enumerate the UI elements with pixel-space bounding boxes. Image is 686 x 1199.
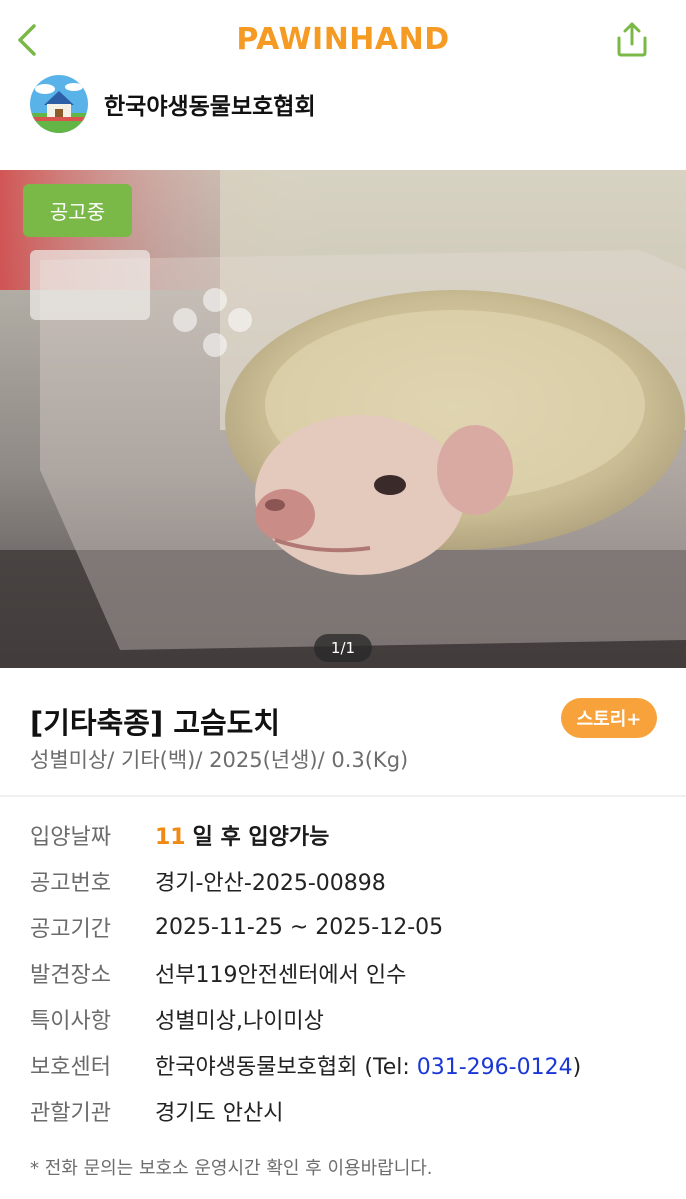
app-logo: PAWINHAND [236, 22, 450, 57]
tel-prefix: (Tel: [364, 1055, 417, 1080]
detail-row-notice-number: 공고번호 경기-안산-2025-00898 [30, 858, 670, 904]
footnote: * 전화 문의는 보호소 운영시간 확인 후 이용바랍니다. [30, 1158, 433, 1179]
special-notes-value: 성별미상,나이미상 [155, 1009, 324, 1034]
animal-photo[interactable] [0, 170, 686, 668]
detail-row-shelter-center: 보호센터 한국야생동물보호협회 (Tel: 031-296-0124) [30, 1042, 670, 1088]
tel-suffix: ) [572, 1055, 582, 1080]
details-list: 입양날짜 11 일 후 입양가능 공고번호 경기-안산-2025-00898 공… [30, 812, 670, 1134]
detail-row-notice-period: 공고기간 2025-11-25 ~ 2025-12-05 [30, 904, 670, 950]
shelter-center-value: 한국야생동물보호협회 (Tel: 031-296-0124) [155, 1049, 581, 1081]
detail-label: 보호센터 [30, 1055, 111, 1080]
share-icon [617, 22, 647, 57]
detail-label: 공고번호 [30, 871, 111, 896]
notice-number-value: 경기-안산-2025-00898 [155, 871, 386, 896]
animal-title: [기타축종] 고슴도치 [30, 706, 281, 740]
shelter-header[interactable]: 한국야생동물보호협회 [30, 75, 316, 133]
detail-row-found-place: 발견장소 선부119안전센터에서 인수 [30, 950, 670, 996]
detail-row-adoption-date: 입양날짜 11 일 후 입양가능 [30, 812, 670, 858]
detail-row-jurisdiction: 관할기관 경기도 안산시 [30, 1088, 670, 1134]
shelter-phone-link[interactable]: 031-296-0124 [417, 1055, 573, 1080]
detail-label: 발견장소 [30, 963, 111, 988]
adoption-text: 일 후 입양가능 [192, 825, 330, 850]
shelter-name: 한국야생동물보호협회 [104, 94, 316, 120]
jurisdiction-value: 경기도 안산시 [155, 1101, 284, 1126]
detail-label: 관할기관 [30, 1101, 111, 1126]
share-button[interactable] [614, 20, 650, 58]
notice-period-value: 2025-11-25 ~ 2025-12-05 [155, 914, 444, 940]
photo-page-indicator: 1/1 [314, 634, 372, 662]
status-badge: 공고중 [23, 184, 132, 237]
animal-summary: 성별미상/ 기타(백)/ 2025(년생)/ 0.3(Kg) [30, 748, 409, 772]
detail-value: 11 일 후 입양가능 [155, 819, 329, 851]
shelter-center-name: 한국야생동물보호협회 [155, 1055, 358, 1080]
story-button[interactable]: 스토리+ [561, 698, 657, 738]
shelter-avatar [30, 75, 88, 133]
detail-row-special-notes: 특이사항 성별미상,나이미상 [30, 996, 670, 1042]
detail-label: 공고기간 [30, 917, 111, 942]
detail-label: 입양날짜 [30, 825, 111, 850]
top-bar: PAWINHAND [0, 0, 686, 78]
detail-label: 특이사항 [30, 1009, 111, 1034]
found-place-value: 선부119안전센터에서 인수 [155, 963, 407, 988]
adoption-days: 11 [155, 825, 186, 850]
section-divider [0, 795, 686, 797]
